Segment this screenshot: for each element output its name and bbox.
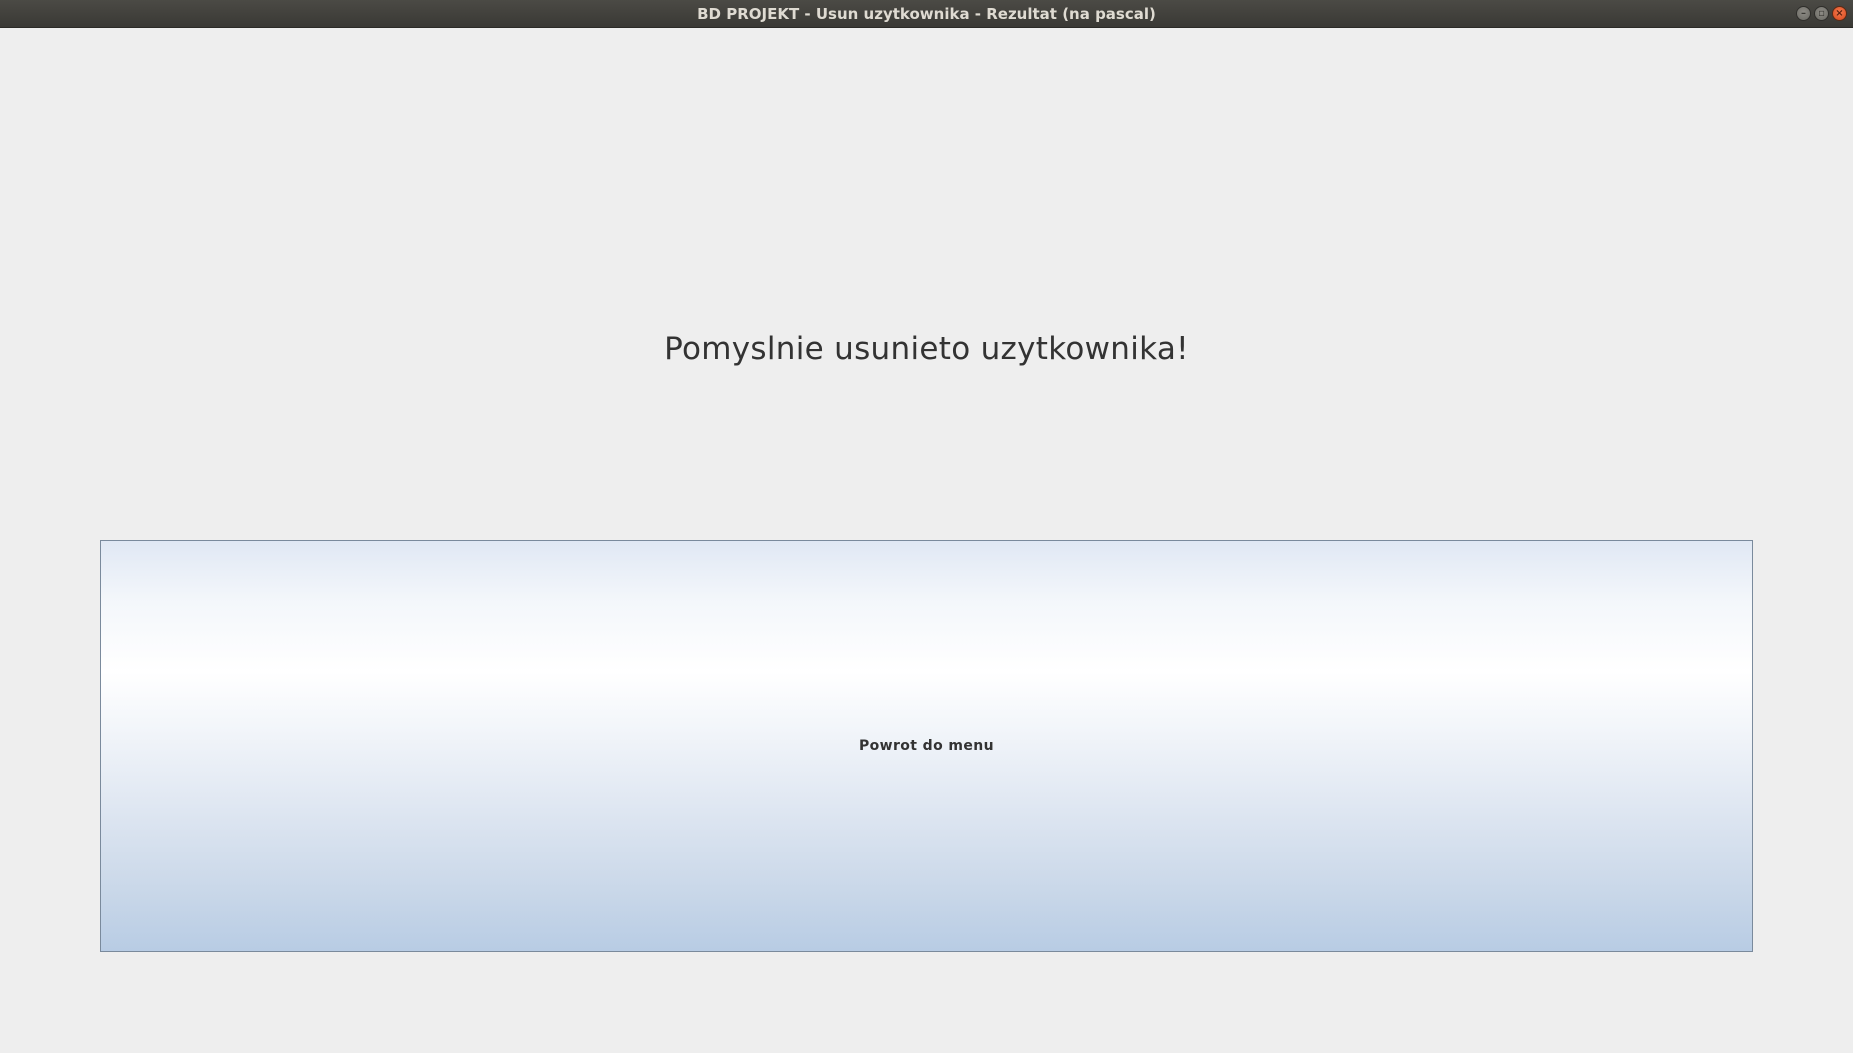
close-icon[interactable]: ×: [1832, 6, 1847, 21]
back-to-menu-label: Powrot do menu: [858, 738, 995, 754]
app-window: BD PROJEKT - Usun uzytkownika - Rezultat…: [0, 0, 1853, 1053]
window-title: BD PROJEKT - Usun uzytkownika - Rezultat…: [697, 4, 1156, 23]
title-bar[interactable]: BD PROJEKT - Usun uzytkownika - Rezultat…: [0, 0, 1853, 28]
maximize-icon[interactable]: ▫: [1814, 6, 1829, 21]
content-panel: Pomyslnie usunieto uzytkownika! Powrot d…: [0, 28, 1853, 1053]
window-controls: – ▫ ×: [1796, 6, 1847, 21]
success-message: Pomyslnie usunieto uzytkownika!: [664, 331, 1189, 367]
back-to-menu-button[interactable]: Powrot do menu: [100, 540, 1753, 952]
minimize-icon[interactable]: –: [1796, 6, 1811, 21]
